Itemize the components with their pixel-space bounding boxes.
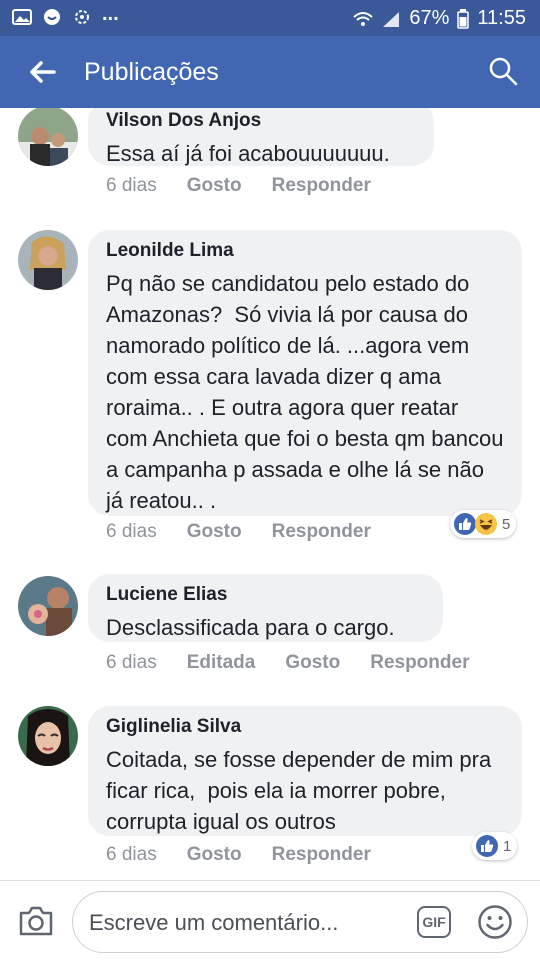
battery-icon (457, 8, 470, 29)
status-ellipsis: ... (102, 3, 119, 25)
comment-text: Coitada, se fosse depender de mim pra fi… (106, 747, 498, 834)
avatar-photo (18, 576, 78, 636)
comment-time: 6 dias (106, 521, 157, 542)
gif-button[interactable]: GIF (417, 906, 451, 938)
comment-input[interactable]: Escreve um comentário... GIF (72, 891, 528, 953)
app-bar: Publicações (0, 36, 540, 108)
reactions-summary[interactable]: 1 (472, 832, 518, 860)
wifi-icon (353, 11, 374, 26)
comment-author[interactable]: Giglinelia Silva (106, 716, 504, 738)
comment-actions: 6 dias Editada Gosto Responder (106, 652, 469, 674)
comment-author[interactable]: Leonilde Lima (106, 240, 504, 262)
clock: 11:55 (477, 7, 526, 29)
status-bar-system: 67% 11:55 (353, 7, 526, 30)
avatar[interactable] (18, 230, 78, 290)
comment-composer: Escreve um comentário... GIF (0, 880, 540, 961)
camera-icon[interactable] (18, 905, 54, 937)
comment-text: Essa aí já foi acabouuuuuuu. (106, 141, 390, 166)
emoji-status-icon (44, 8, 60, 25)
comment-bubble[interactable]: Giglinelia Silva Coitada, se fosse depen… (88, 706, 522, 836)
comment-input-placeholder: Escreve um comentário... (89, 910, 339, 935)
reaction-count: 5 (502, 515, 511, 533)
comment-time: 6 dias (106, 175, 157, 196)
reactions-summary[interactable]: 5 (450, 510, 517, 538)
haha-reaction-icon (475, 513, 497, 535)
sync-icon (75, 9, 89, 24)
status-bar: ... 67% 11:55 (0, 0, 540, 36)
status-bar-notifications: ... (12, 3, 119, 26)
gallery-icon (12, 8, 32, 25)
comment-author[interactable]: Vilson Dos Anjos (106, 110, 416, 132)
comment-actions: 6 dias Gosto Responder (106, 521, 371, 543)
comment-actions: 6 dias Gosto Responder (106, 844, 371, 866)
comment-time: 6 dias (106, 652, 157, 673)
comment-bubble[interactable]: Vilson Dos Anjos Essa aí já foi acabouuu… (88, 108, 434, 166)
comment-actions: 6 dias Gosto Responder (106, 175, 371, 197)
signal-icon (383, 11, 400, 27)
battery-percent: 67% (409, 7, 450, 29)
edited-label[interactable]: Editada (187, 652, 256, 674)
avatar[interactable] (18, 576, 78, 636)
emoji-icon[interactable] (477, 904, 513, 940)
avatar[interactable] (18, 108, 78, 166)
comment-bubble[interactable]: Luciene Elias Desclassificada para o car… (88, 574, 443, 642)
like-button[interactable]: Gosto (187, 844, 242, 866)
reply-button[interactable]: Responder (272, 844, 371, 866)
comment-author[interactable]: Luciene Elias (106, 584, 425, 606)
comment-bubble[interactable]: Leonilde Lima Pq não se candidatou pelo … (88, 230, 522, 516)
avatar-photo (18, 108, 78, 166)
like-reaction-icon (476, 835, 498, 857)
like-button[interactable]: Gosto (187, 521, 242, 543)
avatar-photo (18, 706, 78, 766)
reaction-count: 1 (503, 837, 512, 855)
like-button[interactable]: Gosto (187, 175, 242, 197)
like-button[interactable]: Gosto (285, 652, 340, 674)
comment-text: Desclassificada para o cargo. (106, 615, 395, 640)
page-title: Publicações (84, 58, 219, 86)
back-arrow-icon[interactable] (26, 56, 58, 88)
reply-button[interactable]: Responder (370, 652, 469, 674)
reply-button[interactable]: Responder (272, 175, 371, 197)
avatar-photo (18, 230, 78, 290)
reply-button[interactable]: Responder (272, 521, 371, 543)
comment-text: Pq não se candidatou pelo estado do Amaz… (106, 271, 510, 513)
avatar[interactable] (18, 706, 78, 766)
search-icon[interactable] (488, 56, 518, 86)
comment-list[interactable]: Vilson Dos Anjos Essa aí já foi acabouuu… (0, 108, 540, 880)
comment-time: 6 dias (106, 844, 157, 865)
